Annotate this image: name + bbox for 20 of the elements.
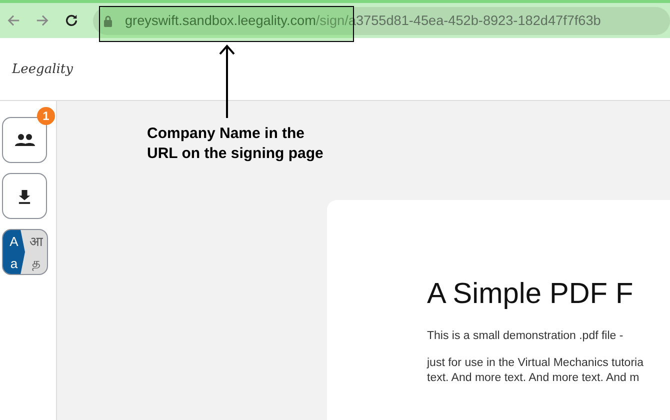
forward-icon[interactable] [35, 13, 50, 28]
latin-letter: A [10, 234, 18, 248]
logo: Leegality [12, 62, 73, 76]
annotation-text: Company Name in the URL on the signing page [147, 124, 324, 164]
document-text: just for use in the Virtual Mechanics tutoria [427, 356, 644, 371]
latin-letter: a [10, 256, 18, 270]
document-title: A Simple PDF F [427, 278, 634, 311]
notification-badge: 1 [37, 107, 55, 125]
lock-icon [103, 14, 113, 26]
tamil-letter: த [32, 254, 40, 272]
url-host: greyswift.sandbox.leegality.com [125, 13, 316, 28]
people-icon [14, 133, 36, 147]
document-text: This is a small demonstration .pdf file - [427, 329, 624, 344]
back-icon[interactable] [6, 13, 21, 28]
download-button[interactable] [2, 173, 47, 219]
download-icon [18, 188, 31, 204]
document-text: text. And more text. And more text. And m [427, 371, 640, 386]
devanagari-letter: आ [30, 233, 42, 250]
language-button[interactable]: A a आ த [2, 229, 48, 275]
reload-icon[interactable] [64, 13, 79, 28]
